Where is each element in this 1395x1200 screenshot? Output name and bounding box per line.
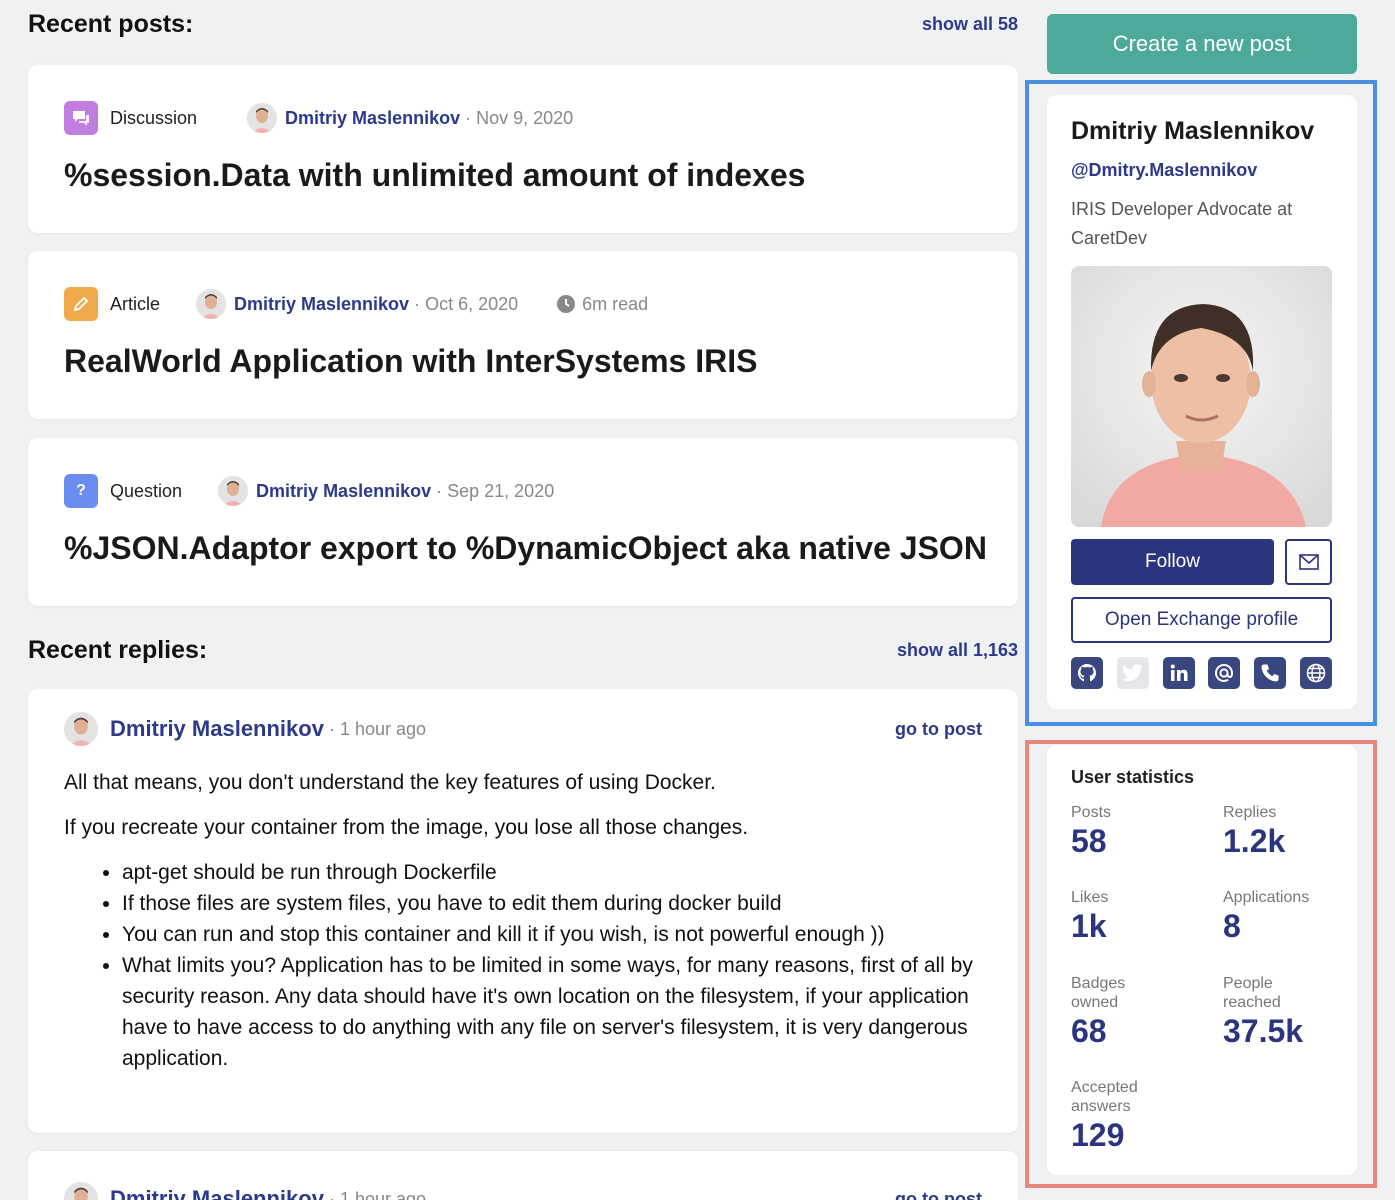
post-author-link[interactable]: Dmitriy Maslennikov [285,108,460,129]
profile-handle[interactable]: @Dmitry.Maslennikov [1071,160,1257,181]
stat-applications[interactable]: Applications 8 [1223,888,1353,945]
profile-card: Dmitriy Maslennikov @Dmitry.Maslennikov … [1047,95,1357,709]
post-title-link[interactable]: RealWorld Application with InterSystems … [64,343,757,380]
discussion-icon [64,101,98,135]
post-date: Nov 9, 2020 [476,107,574,128]
reply-time: 1 hour ago [339,1188,427,1200]
reply-body: All that means, you don't understand the… [64,767,982,1074]
recent-posts-header: Recent posts: show all 58 [28,10,1018,39]
separator-dot: · [436,480,443,501]
post-date: Sep 21, 2020 [447,480,555,501]
stat-value: 8 [1223,908,1241,944]
show-all-posts-link[interactable]: show all 58 [922,14,1018,35]
post-type-label: Article [110,293,161,314]
separator-dot: · [414,293,421,314]
reply-header: Dmitriy Maslennikov · 1 hour ago go to p… [64,1181,982,1200]
show-all-replies-link[interactable]: show all 1,163 [897,640,1018,661]
post-author-link[interactable]: Dmitriy Maslennikov [256,481,431,502]
list-item: If those files are system files, you hav… [122,888,982,919]
recent-replies-title: Recent replies: [28,636,208,664]
stat-badges[interactable]: Badges owned 68 [1071,974,1161,1050]
linkedin-icon[interactable] [1162,657,1195,689]
stat-value: 129 [1071,1117,1125,1153]
post-author-link[interactable]: Dmitriy Maslennikov [234,294,409,315]
post-type-label: Discussion [110,107,198,128]
reply-header: Dmitriy Maslennikov · 1 hour ago go to p… [64,711,982,747]
twitter-icon[interactable] [1116,657,1149,689]
user-statistics-card: User statistics Posts 58 Replies 1.2k Li… [1047,745,1357,1175]
post-type-label: Question [110,480,183,501]
avatar[interactable] [218,476,249,506]
read-time: 6m read [556,294,648,315]
post-card[interactable]: Discussion Dmitriy Maslennikov · Nov 9, … [28,65,1018,233]
reply-author-link[interactable]: Dmitriy Maslennikov [110,716,324,742]
separator-dot: · [328,1188,335,1200]
stats-title: User statistics [1071,767,1195,787]
reply-card: Dmitriy Maslennikov · 1 hour ago go to p… [28,689,1018,1133]
question-icon: ? [64,474,98,508]
post-meta: Discussion Dmitriy Maslennikov · Nov 9, … [64,101,573,135]
separator-dot: · [465,107,472,128]
reply-card: Dmitriy Maslennikov · 1 hour ago go to p… [28,1151,1018,1200]
profile-bio: IRIS Developer Advocate at CaretDev [1071,199,1293,248]
recent-posts-title: Recent posts: [28,10,194,38]
github-icon[interactable] [1071,657,1103,689]
profile-photo [1071,266,1332,527]
reply-paragraph: All that means, you don't understand the… [64,771,716,794]
reply-author-link[interactable]: Dmitriy Maslennikov [110,1186,324,1200]
stat-value: 58 [1071,823,1107,859]
follow-button[interactable]: Follow [1071,539,1274,585]
go-to-post-link[interactable]: go to post [895,1189,982,1200]
stat-posts[interactable]: Posts 58 [1071,803,1201,860]
stat-value: 1k [1071,908,1107,944]
post-card[interactable]: ? Question Dmitriy Maslennikov · Sep 21,… [28,438,1018,606]
stat-label: Accepted answers [1071,1079,1138,1115]
list-item: You can run and stop this container and … [122,919,982,950]
create-post-button[interactable]: Create a new post [1047,14,1357,74]
separator-dot: · [328,718,335,739]
post-title-link[interactable]: %JSON.Adaptor export to %DynamicObject a… [64,530,987,567]
phone-icon[interactable] [1254,657,1287,689]
read-time-text: 6m read [582,293,649,314]
stat-value: 68 [1071,1013,1107,1049]
social-links [1071,657,1332,689]
reply-paragraph: If you recreate your container from the … [64,816,749,839]
clock-icon [557,295,576,313]
stat-value: 37.5k [1223,1013,1304,1049]
stat-label: Applications [1223,889,1310,906]
stat-accepted-answers[interactable]: Accepted answers 129 [1071,1078,1171,1154]
post-card[interactable]: Article Dmitriy Maslennikov · Oct 6, 202… [28,251,1018,419]
avatar[interactable] [64,712,98,746]
pencil-icon [64,287,98,321]
stat-replies[interactable]: Replies 1.2k [1223,803,1353,860]
stat-label: People reached [1223,975,1281,1011]
list-item: apt-get should be run through Dockerfile [122,857,982,888]
reply-time: 1 hour ago [339,718,427,739]
stat-people-reached[interactable]: People reached 37.5k [1223,974,1313,1050]
go-to-post-link[interactable]: go to post [895,719,982,740]
stat-label: Replies [1223,804,1277,821]
reply-bullet-list: apt-get should be run through Dockerfile… [122,857,982,1074]
mail-icon [1298,554,1319,570]
post-title-link[interactable]: %session.Data with unlimited amount of i… [64,157,805,194]
globe-icon[interactable] [1299,657,1332,689]
message-button[interactable] [1285,539,1332,585]
avatar[interactable] [247,103,278,133]
stat-label: Posts [1071,804,1112,821]
stat-likes[interactable]: Likes 1k [1071,888,1201,945]
post-meta: Article Dmitriy Maslennikov · Oct 6, 202… [64,287,648,321]
post-date: Oct 6, 2020 [425,293,519,314]
avatar[interactable] [64,1182,98,1200]
avatar[interactable] [196,289,227,319]
list-item: What limits you? Application has to be l… [122,950,982,1074]
profile-name: Dmitriy Maslennikov [1071,117,1315,145]
stat-value: 1.2k [1223,823,1286,859]
recent-replies-header: Recent replies: show all 1,163 [28,636,1018,665]
open-exchange-profile-button[interactable]: Open Exchange profile [1071,597,1332,643]
stat-label: Badges owned [1071,975,1126,1011]
stat-label: Likes [1071,889,1109,906]
post-meta: ? Question Dmitriy Maslennikov · Sep 21,… [64,474,554,508]
email-at-icon[interactable] [1208,657,1241,689]
